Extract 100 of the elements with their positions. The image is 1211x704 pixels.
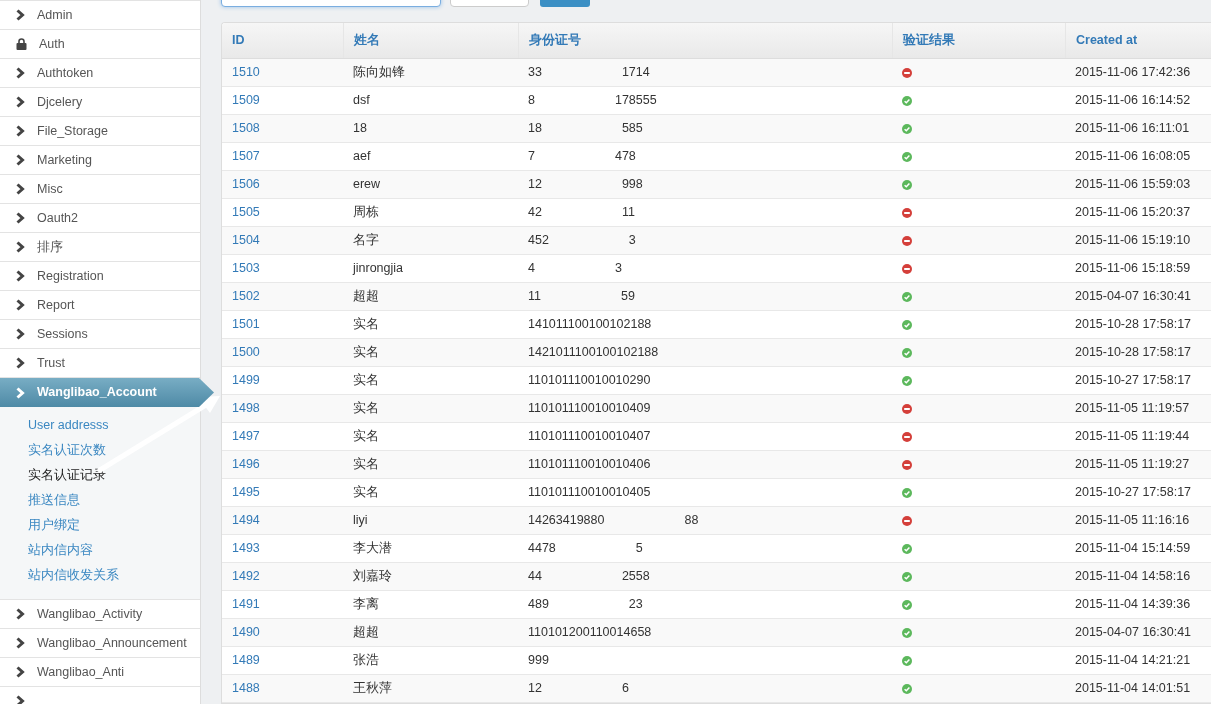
record-link[interactable]: 1493 bbox=[232, 541, 260, 556]
id-number-cell-text: 452 bbox=[528, 232, 549, 250]
sidebar-label: Admin bbox=[37, 6, 73, 24]
column-header[interactable]: ID bbox=[232, 31, 245, 50]
id-number-cell-text: 12 bbox=[528, 680, 542, 698]
sidebar-item[interactable]: Report bbox=[0, 291, 200, 320]
name-cell: 名字 bbox=[353, 233, 379, 248]
sidebar-item[interactable]: File_Storage bbox=[0, 117, 200, 146]
column-header[interactable]: 验证结果 bbox=[903, 31, 955, 50]
id-number-cell-text: 4 bbox=[528, 260, 535, 278]
name-cell: 实名 bbox=[353, 373, 379, 388]
id-number-cell-text: 88 bbox=[684, 512, 699, 530]
sidebar-item[interactable]: Misc bbox=[0, 175, 200, 204]
name-cell: 超超 bbox=[353, 289, 379, 304]
record-link[interactable]: 1506 bbox=[232, 177, 260, 192]
id-number-cell-text: 141011100100102188 bbox=[528, 316, 652, 334]
date-cell: 2015-11-06 17:42:36 bbox=[1075, 65, 1191, 80]
name-cell: 周栋 bbox=[353, 205, 379, 220]
record-link[interactable]: 1492 bbox=[232, 569, 260, 584]
record-link[interactable]: 1489 bbox=[232, 653, 260, 668]
sidebar-item[interactable]: Djcelery bbox=[0, 88, 200, 117]
record-link[interactable]: 1502 bbox=[232, 289, 260, 304]
record-link[interactable]: 1500 bbox=[232, 345, 260, 360]
record-link[interactable]: 1494 bbox=[232, 513, 260, 528]
record-link[interactable]: 1507 bbox=[232, 149, 260, 164]
name-cell: jinrongjia bbox=[353, 261, 404, 276]
sidebar-item[interactable]: Oauth2 bbox=[0, 204, 200, 233]
sidebar-label: File_Storage bbox=[37, 122, 108, 140]
name-cell: 李离 bbox=[353, 597, 379, 612]
submenu-link[interactable]: User addresss bbox=[0, 413, 200, 438]
name-cell: 实名 bbox=[353, 457, 379, 472]
id-number-cell-text: 18 bbox=[528, 120, 542, 138]
id-number-cell-text: 110101110010010409 bbox=[528, 400, 651, 418]
sidebar-item[interactable]: Marketing bbox=[0, 146, 200, 175]
date-cell: 2015-11-05 11:16:16 bbox=[1075, 513, 1190, 528]
date-cell: 2015-11-04 15:14:59 bbox=[1075, 541, 1191, 556]
submenu-link[interactable]: 站内信收发关系 bbox=[0, 563, 200, 588]
sidebar-label: Wanglibao_Activity bbox=[37, 605, 143, 623]
submenu-link[interactable]: 用户绑定 bbox=[0, 513, 200, 538]
record-link[interactable]: 1510 bbox=[232, 65, 260, 80]
sidebar-label: Djcelery bbox=[37, 93, 83, 111]
record-link[interactable]: 1490 bbox=[232, 625, 260, 640]
id-number-cell-text: 11 bbox=[621, 204, 635, 222]
chevron-icon bbox=[16, 212, 25, 224]
sidebar-item[interactable]: Admin bbox=[0, 1, 200, 30]
record-link[interactable]: 1504 bbox=[232, 233, 260, 248]
chevron-icon bbox=[16, 67, 25, 79]
chevron-icon bbox=[16, 386, 25, 399]
record-link[interactable]: 1496 bbox=[232, 457, 260, 472]
lock-icon bbox=[16, 38, 27, 50]
sidebar-item[interactable]: Wanglibao_Activity bbox=[0, 600, 200, 629]
date-cell: 2015-10-28 17:58:17 bbox=[1075, 345, 1192, 360]
id-number-cell-text: 1714 bbox=[621, 64, 650, 82]
sidebar-item[interactable]: Wanglibao_Announcement bbox=[0, 629, 200, 658]
sidebar-item[interactable]: Auth bbox=[0, 30, 200, 59]
record-link[interactable]: 1501 bbox=[232, 317, 260, 332]
record-link[interactable]: 1491 bbox=[232, 597, 260, 612]
record-link[interactable]: 1499 bbox=[232, 373, 260, 388]
id-number-cell-text: 3 bbox=[628, 232, 636, 250]
name-cell: 实名 bbox=[353, 345, 379, 360]
column-header[interactable]: Created at bbox=[1076, 31, 1138, 50]
record-link[interactable]: 1488 bbox=[232, 681, 260, 696]
sidebar-item[interactable]: 排序 bbox=[0, 233, 200, 262]
name-cell: 王秋萍 bbox=[353, 681, 392, 696]
sidebar-item[interactable]: Authtoken bbox=[0, 59, 200, 88]
submenu-link[interactable]: 站内信内容 bbox=[0, 538, 200, 563]
chevron-icon bbox=[16, 666, 25, 678]
record-link[interactable]: 1497 bbox=[232, 429, 260, 444]
submenu-link[interactable]: 实名认证次数 bbox=[0, 438, 200, 463]
id-number-cell-text: 1421011100100102188 bbox=[528, 344, 659, 362]
sidebar-label: Sessions bbox=[37, 325, 88, 343]
record-link[interactable]: 1498 bbox=[232, 401, 260, 416]
date-cell: 2015-11-06 16:14:52 bbox=[1075, 93, 1191, 108]
submenu-link[interactable]: 推送信息 bbox=[0, 488, 200, 513]
column-header[interactable]: 身份证号 bbox=[529, 31, 581, 50]
sidebar-item[interactable]: Wanglibao_Anti bbox=[0, 658, 200, 687]
sidebar-label: Registration bbox=[37, 267, 104, 285]
sidebar-label: Wanglibao_Announcement bbox=[37, 634, 187, 652]
column-header[interactable]: 姓名 bbox=[354, 31, 380, 50]
date-cell: 2015-10-27 17:58:17 bbox=[1075, 373, 1192, 388]
name-cell: 18 bbox=[353, 121, 367, 136]
chevron-icon bbox=[16, 270, 25, 282]
record-link[interactable]: 1509 bbox=[232, 93, 260, 108]
sidebar-label: Misc bbox=[37, 180, 63, 198]
sidebar-item[interactable]: Registration bbox=[0, 262, 200, 291]
sidebar-label: Wanglibao_Account bbox=[37, 384, 157, 402]
id-number-cell-text: 998 bbox=[621, 176, 643, 194]
name-cell: aef bbox=[353, 149, 371, 164]
date-cell: 2015-04-07 16:30:41 bbox=[1075, 289, 1192, 304]
chevron-icon bbox=[16, 328, 25, 340]
id-number-cell-text: 14263419880 bbox=[528, 512, 605, 530]
sidebar-label: Auth bbox=[39, 35, 65, 53]
record-link[interactable]: 1508 bbox=[232, 121, 260, 136]
name-cell: 实名 bbox=[353, 401, 379, 416]
sidebar-item[interactable]: Sessions bbox=[0, 320, 200, 349]
sidebar-item[interactable]: Wanglibao_Account bbox=[0, 378, 214, 407]
record-link[interactable]: 1495 bbox=[232, 485, 260, 500]
record-link[interactable]: 1503 bbox=[232, 261, 260, 276]
record-link[interactable]: 1505 bbox=[232, 205, 260, 220]
chevron-icon bbox=[16, 125, 25, 137]
